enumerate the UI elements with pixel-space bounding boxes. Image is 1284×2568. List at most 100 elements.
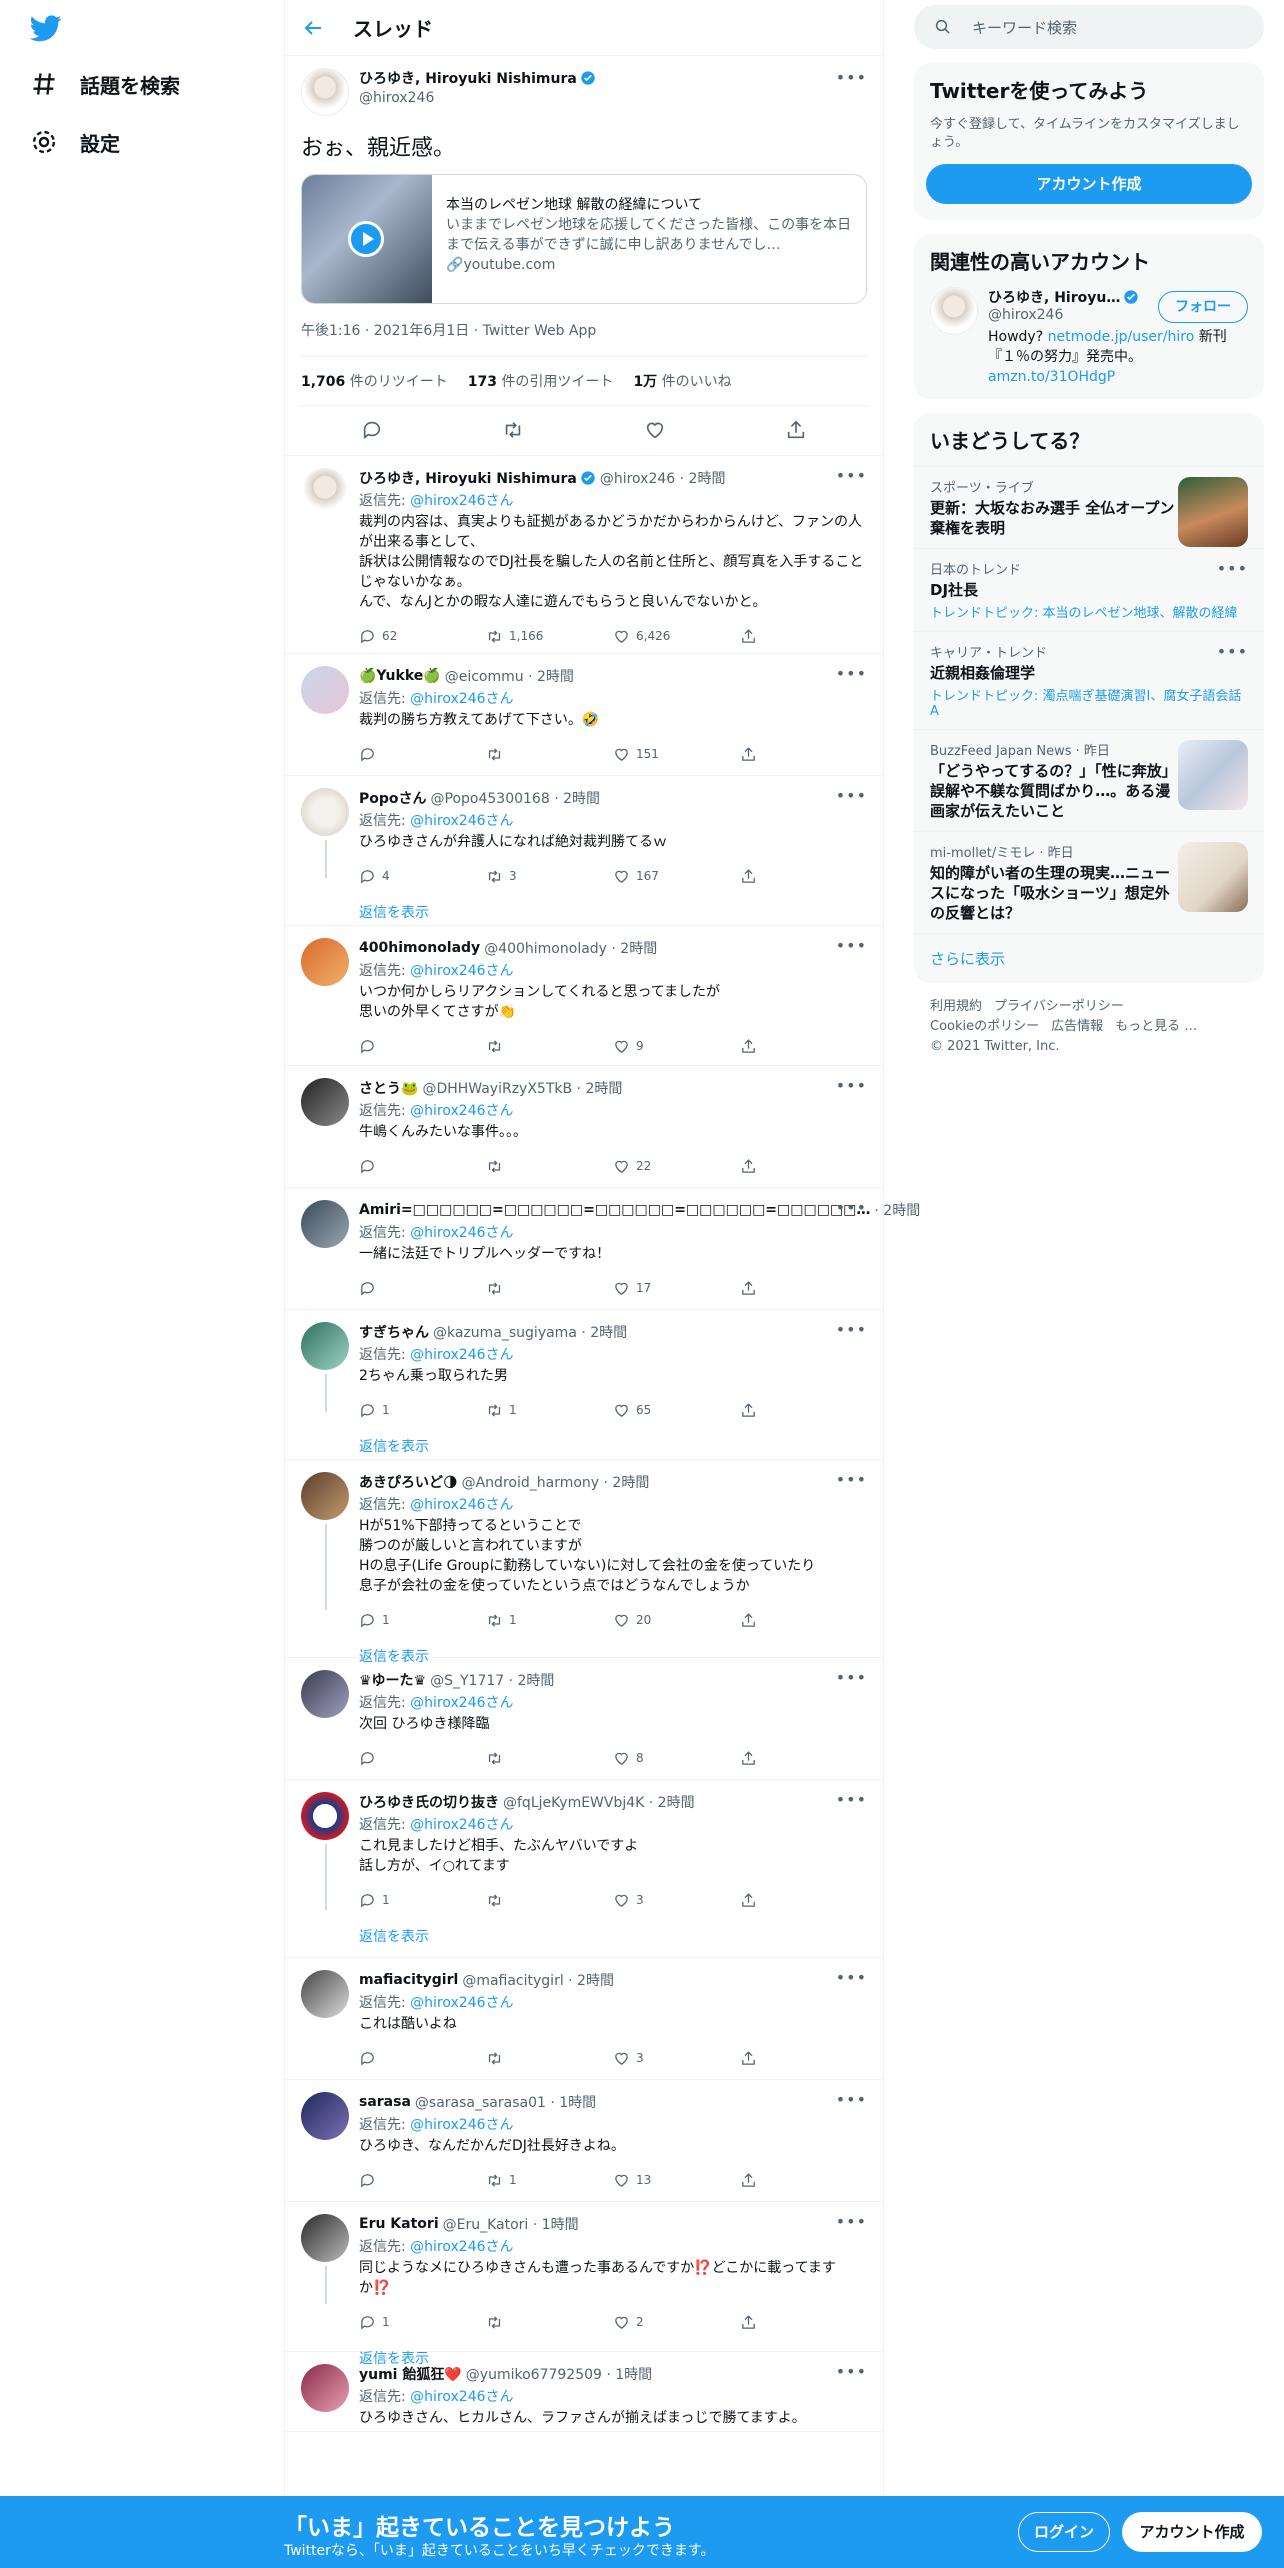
trend-item[interactable]: 日本のトレンド DJ社長 トレンドトピック: 本当のレペゼン地球、解散の経緯 •… (914, 548, 1264, 631)
reply-handle-time[interactable]: @sarasa_sarasa01 · 1時間 (415, 2092, 596, 2112)
reply-author-name[interactable]: あきぴろいど🌗 (359, 1472, 458, 1492)
retweet-button[interactable] (486, 1892, 613, 1909)
nav-settings[interactable]: 設定 (30, 122, 120, 162)
reply-author-name[interactable]: Amiri=□□□□□□=□□□□□□=□□□□□□=□□□□□□=□□□□□□… (359, 1202, 870, 1218)
like-button[interactable]: 167 (613, 868, 740, 885)
replying-to-handle[interactable]: @hirox246 (410, 1497, 485, 1513)
heart-icon[interactable] (644, 419, 666, 441)
reply-handle-time[interactable]: @S_Y1717 · 2時間 (430, 1670, 554, 1690)
reply-button[interactable] (359, 1750, 486, 1767)
avatar[interactable] (301, 2364, 349, 2412)
avatar[interactable] (301, 468, 349, 516)
avatar[interactable] (930, 287, 978, 335)
share-button[interactable] (740, 1402, 867, 1419)
reply-tweet[interactable]: ••• ♛ゆーた♛ @S_Y1717 · 2時間 返信先: @hirox246さん 次回… (285, 1658, 883, 1780)
avatar[interactable] (301, 666, 349, 714)
more-options-icon[interactable]: ••• (836, 2362, 867, 2381)
retweet-button[interactable]: 1 (486, 1402, 613, 1419)
trend-topic-link[interactable]: トレンドトピック: 濁点喘ぎ基礎演習I、腐女子語会話A (930, 689, 1241, 719)
create-account-button[interactable]: アカウント作成 (926, 164, 1252, 204)
reply-handle-time[interactable]: @mafiacitygirl · 2時間 (462, 1970, 614, 1990)
retweet-button[interactable] (486, 1158, 613, 1175)
share-button[interactable] (740, 1892, 867, 1909)
retweet-button[interactable] (486, 1750, 613, 1767)
trend-item[interactable]: キャリア・トレンド 近親相姦倫理学 トレンドトピック: 濁点喘ぎ基礎演習I、腐女… (914, 631, 1264, 729)
retweet-button[interactable]: 1,166 (486, 628, 613, 645)
reply-handle-time[interactable]: @Eru_Katori · 1時間 (443, 2214, 579, 2234)
reply-button[interactable]: 4 (359, 868, 486, 885)
show-replies-link[interactable]: 返信を表示 (359, 1916, 867, 1956)
reply-author-name[interactable]: Popoさん (359, 788, 427, 808)
like-button[interactable]: 3 (613, 1892, 740, 1909)
share-button[interactable] (740, 1038, 867, 1055)
more-options-icon[interactable]: ••• (836, 786, 867, 805)
retweet-button[interactable] (486, 746, 613, 763)
footer-more[interactable]: もっと見る … (1115, 1019, 1197, 1034)
like-button[interactable]: 3 (613, 2050, 740, 2067)
share-button[interactable] (740, 2050, 867, 2067)
register-button[interactable]: アカウント作成 (1122, 2512, 1262, 2552)
avatar[interactable] (301, 1792, 349, 1840)
share-button[interactable] (740, 1750, 867, 1767)
reply-author-name[interactable]: ♛ゆーた♛ (359, 1670, 426, 1690)
reply-author-name[interactable]: すぎちゃん (359, 1322, 429, 1342)
reply-author-name[interactable]: Eru Katori (359, 2216, 439, 2232)
reply-handle-time[interactable]: @yumiko67792509 · 1時間 (466, 2364, 652, 2384)
replying-to-handle[interactable]: @hirox246 (410, 1995, 485, 2011)
more-options-icon[interactable]: ••• (836, 1790, 867, 1809)
author-name-row[interactable]: ひろゆき, Hiroyuki Nishimura (359, 68, 596, 88)
follow-button[interactable]: フォロー (1158, 291, 1248, 323)
retweet-button[interactable] (486, 1038, 613, 1055)
more-options-icon[interactable]: ••• (836, 1470, 867, 1489)
related-bio-link[interactable]: netmode.jp/user/hiro (1048, 329, 1195, 345)
replying-to-handle[interactable]: @hirox246 (410, 691, 485, 707)
more-options-icon[interactable]: ••• (836, 1968, 867, 1987)
reply-tweet[interactable]: ••• あきぴろいど🌗 @Android_harmony · 2時間 返信先: @hi… (285, 1460, 883, 1665)
replying-to-handle[interactable]: @hirox246 (410, 2239, 485, 2255)
nav-explore[interactable]: 話題を検索 (30, 64, 180, 104)
reply-tweet[interactable]: ••• すぎちゃん @kazuma_sugiyama · 2時間 返信先: @hiro… (285, 1310, 883, 1460)
replying-to-handle[interactable]: @hirox246 (410, 1225, 485, 1241)
avatar[interactable] (301, 2092, 349, 2140)
more-options-icon[interactable]: ••• (836, 1668, 867, 1687)
replying-to-handle[interactable]: @hirox246 (410, 813, 485, 829)
more-options-icon[interactable]: ••• (836, 1076, 867, 1095)
retweet-button[interactable] (486, 2314, 613, 2331)
avatar[interactable] (301, 1200, 349, 1248)
like-count[interactable]: 1万 件のいいね (633, 371, 731, 391)
like-button[interactable]: 65 (613, 1402, 740, 1419)
like-button[interactable]: 9 (613, 1038, 740, 1055)
reply-handle-time[interactable]: @kazuma_sugiyama · 2時間 (433, 1322, 627, 1342)
more-options-icon[interactable]: ••• (836, 2212, 867, 2231)
replying-to-handle[interactable]: @hirox246 (410, 1817, 485, 1833)
like-button[interactable]: 22 (613, 1158, 740, 1175)
reply-author-name[interactable]: 400himonolady (359, 940, 480, 956)
login-button[interactable]: ログイン (1018, 2512, 1110, 2552)
replying-to-handle[interactable]: @hirox246 (410, 1695, 485, 1711)
reply-button[interactable] (359, 2050, 486, 2067)
reply-tweet[interactable]: ••• sarasa @sarasa_sarasa01 · 1時間 返信先: @hir… (285, 2080, 883, 2202)
retweet-button[interactable]: 1 (486, 1612, 613, 1629)
share-button[interactable] (740, 1158, 867, 1175)
play-icon[interactable] (348, 221, 384, 257)
share-button[interactable] (740, 1612, 867, 1629)
avatar[interactable] (301, 1078, 349, 1126)
reply-tweet[interactable]: ••• 400himonolady @400himonolady · 2時間 返信先:… (285, 926, 883, 1066)
like-button[interactable]: 8 (613, 1750, 740, 1767)
avatar[interactable] (301, 68, 349, 116)
reply-button[interactable]: 62 (359, 628, 486, 645)
more-options-icon[interactable]: ••• (1217, 642, 1248, 661)
reply-handle-time[interactable]: · 2時間 (874, 1200, 920, 1220)
retweet-count[interactable]: 1,706 件のリツイート (301, 371, 448, 391)
footer-terms[interactable]: 利用規約 (930, 999, 982, 1014)
reply-tweet[interactable]: ••• Amiri=□□□□□□=□□□□□□=□□□□□□=□□□□□□=□□□… (285, 1188, 920, 1310)
avatar[interactable] (301, 1472, 349, 1520)
reply-handle-time[interactable]: @Android_harmony · 2時間 (462, 1472, 650, 1492)
replying-to-handle[interactable]: @hirox246 (410, 2389, 485, 2405)
like-button[interactable]: 13 (613, 2172, 740, 2189)
reply-author-name[interactable]: ひろゆき氏の切り抜き (359, 1792, 499, 1812)
reply-handle-time[interactable]: @Popo45300168 · 2時間 (431, 788, 600, 808)
back-arrow-icon[interactable] (301, 16, 325, 40)
trend-item[interactable]: スポーツ・ライブ 更新：大坂なおみ選手 全仏オープン棄権を表明 (914, 466, 1264, 548)
reply-tweet[interactable]: ••• mafiacitygirl @mafiacitygirl · 2時間 返信先:… (285, 1958, 883, 2080)
